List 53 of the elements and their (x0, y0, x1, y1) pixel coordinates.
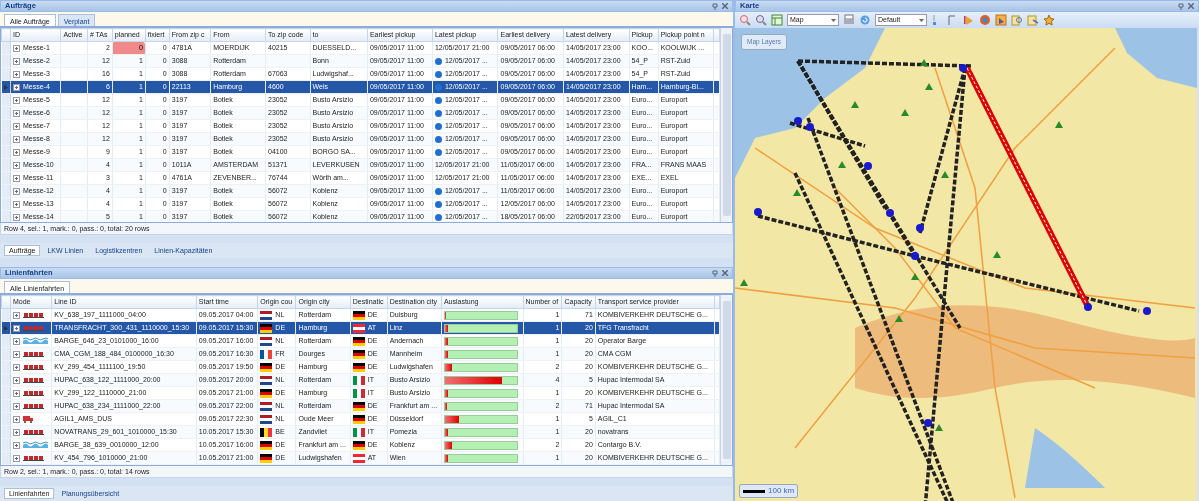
table-cell (60, 197, 88, 211)
expand-icon[interactable] (13, 363, 20, 371)
expand-icon[interactable] (13, 83, 20, 91)
table-cell (60, 41, 88, 55)
pin-icon[interactable] (712, 2, 718, 10)
expand-icon[interactable] (13, 96, 20, 104)
expand-icon[interactable] (13, 122, 20, 130)
expand-icon[interactable] (13, 44, 20, 52)
pin-icon[interactable] (712, 269, 718, 277)
caret-icon (919, 18, 924, 22)
row-pointer-icon (1, 324, 9, 332)
scrollbar[interactable] (720, 295, 732, 465)
table-cell (60, 119, 88, 133)
scrollbar[interactable] (720, 28, 732, 222)
zoom-in-icon[interactable] (739, 14, 751, 26)
expand-icon[interactable] (13, 454, 20, 462)
expand-icon[interactable] (13, 311, 20, 319)
globe-icon[interactable] (979, 14, 991, 26)
table-cell (60, 171, 88, 185)
pin-icon[interactable] (1178, 2, 1184, 10)
print-icon[interactable] (843, 14, 855, 26)
expand-icon[interactable] (13, 337, 20, 345)
expand-icon[interactable] (13, 428, 20, 436)
expand-icon[interactable] (13, 135, 20, 143)
expand-icon[interactable] (13, 174, 20, 182)
expand-icon[interactable] (13, 324, 20, 332)
close-icon[interactable] (722, 3, 728, 9)
caret-icon (831, 18, 836, 22)
expand-icon[interactable] (13, 415, 20, 423)
table-cell (60, 145, 88, 159)
expand-icon[interactable] (13, 389, 20, 397)
zoom-out-icon[interactable] (755, 14, 767, 26)
close-icon[interactable] (1188, 3, 1194, 9)
map-drawing[interactable] (735, 28, 1197, 501)
expand-icon[interactable] (13, 70, 20, 78)
expand-icon[interactable] (13, 350, 20, 358)
expand-icon[interactable] (13, 213, 20, 221)
expand-icon[interactable] (13, 161, 20, 169)
row-pointer-icon (1, 83, 9, 91)
expand-icon[interactable] (13, 200, 20, 208)
close-icon[interactable] (722, 270, 728, 276)
table-cell (60, 93, 88, 107)
expand-icon[interactable] (13, 376, 20, 384)
expand-icon[interactable] (13, 441, 20, 449)
star-icon[interactable] (1043, 14, 1055, 26)
expand-icon[interactable] (13, 148, 20, 156)
layout-icon[interactable] (771, 14, 783, 26)
table-cell (60, 67, 88, 81)
expand-icon[interactable] (13, 109, 20, 117)
expand-icon[interactable] (13, 187, 20, 195)
expand-icon[interactable] (13, 57, 20, 65)
scale-bar: 100 km (739, 484, 799, 498)
expand-icon[interactable] (13, 402, 20, 410)
